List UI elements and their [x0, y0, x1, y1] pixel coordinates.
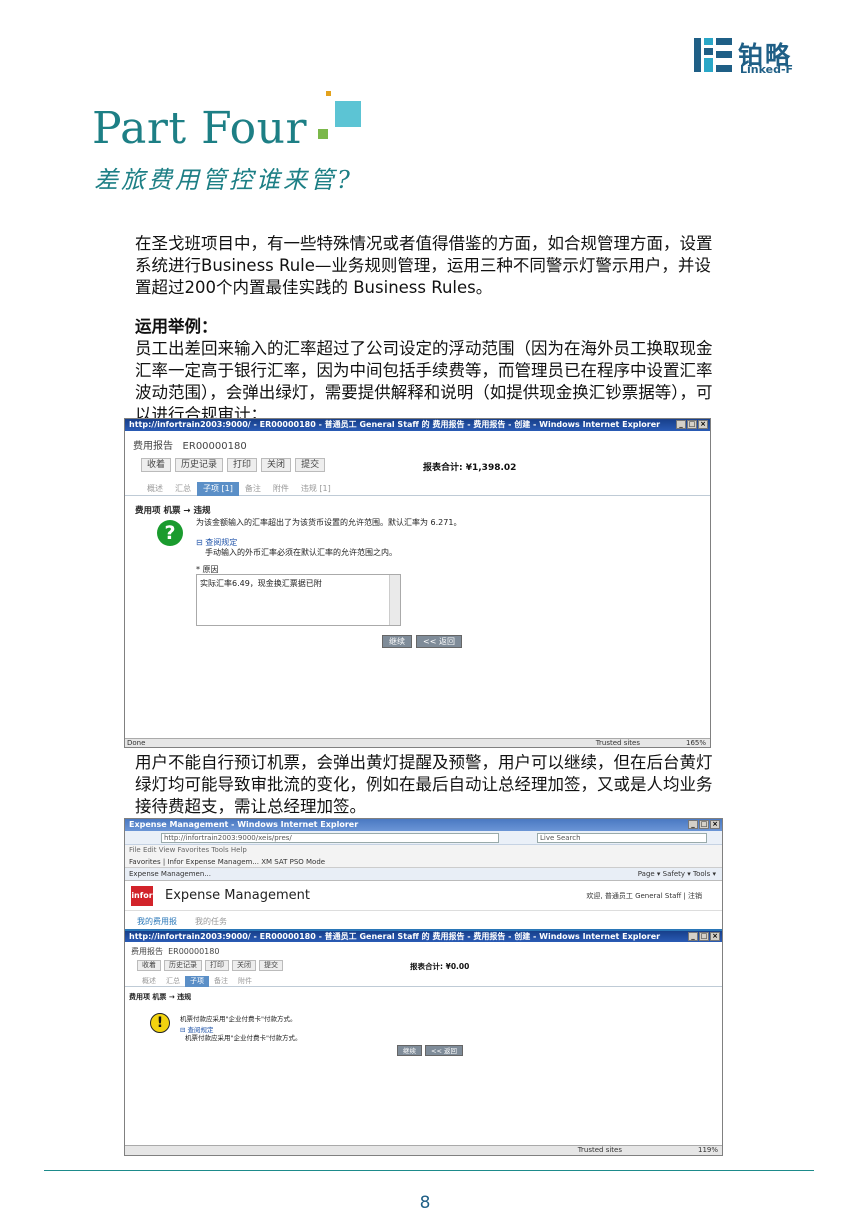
- history-button[interactable]: 历史记录: [164, 960, 202, 971]
- zoom-level[interactable]: 165%: [686, 739, 706, 747]
- policy-detail: 机票付款应采用"企业付费卡"付款方式。: [185, 1034, 302, 1042]
- popup-window-title: http://infortrain2003:9000/ - ER00000180…: [125, 931, 722, 942]
- window-controls: _ □ ×: [688, 932, 720, 941]
- report-tabs: 概述 汇总 子项 [1] 备注 附件 违规 [1]: [125, 480, 710, 496]
- tab-notes[interactable]: 备注: [209, 976, 233, 987]
- window-controls: _ □ ×: [688, 820, 720, 829]
- report-total: 报表合计: ¥0.00: [410, 962, 470, 971]
- infor-logo: infor: [131, 886, 153, 906]
- print-button[interactable]: 打印: [205, 960, 229, 971]
- maximize-icon[interactable]: □: [687, 420, 697, 429]
- submit-button[interactable]: 提交: [259, 960, 283, 971]
- print-button[interactable]: 打印: [227, 458, 258, 472]
- zoom-level[interactable]: 119%: [698, 1146, 718, 1155]
- app-header: infor Expense Management 欢迎, 普通员工 Genera…: [125, 881, 722, 911]
- url-input[interactable]: http://infortrain2003:9000/xeis/pres/: [161, 833, 499, 843]
- intro-paragraph: 在圣戈班项目中，有一些特殊情况或者值得借鉴的方面，如合规管理方面，设置系统进行B…: [135, 234, 713, 297]
- minimize-icon[interactable]: _: [688, 932, 698, 941]
- maximize-icon[interactable]: □: [699, 932, 709, 941]
- tab-my-reports[interactable]: 我的费用报: [137, 916, 177, 927]
- reason-textarea[interactable]: 实际汇率6.49，现金换汇票据已附: [196, 574, 401, 626]
- minimize-icon[interactable]: _: [676, 420, 686, 429]
- history-button[interactable]: 历史记录: [175, 458, 224, 472]
- trusted-sites-zone: Trusted sites: [577, 1146, 622, 1154]
- brand-logo: 铂略 Linked-F: [694, 36, 814, 76]
- tab-items[interactable]: 子项 [1]: [197, 482, 239, 496]
- report-header: 费用报告 ER00000180: [131, 947, 220, 956]
- tab-summary[interactable]: 汇总: [161, 976, 185, 987]
- policy-detail: 手动输入的外币汇率必须在默认汇率的允许范围之内。: [205, 548, 397, 557]
- example-heading: 运用举例：: [135, 317, 218, 336]
- maximize-icon[interactable]: □: [699, 820, 709, 829]
- command-bar[interactable]: Page ▾ Safety ▾ Tools ▾: [638, 868, 716, 881]
- back-button[interactable]: << 返回: [416, 635, 462, 648]
- window-controls: _ □ ×: [676, 420, 708, 429]
- menu-bar[interactable]: File Edit View Favorites Tools Help: [125, 845, 722, 856]
- action-buttons: 继续 << 返回: [397, 1045, 463, 1056]
- textarea-scrollbar[interactable]: [389, 575, 400, 625]
- minimize-icon[interactable]: _: [688, 820, 698, 829]
- tab-overview[interactable]: 概述: [141, 482, 169, 496]
- warning-message: 机票付款应采用"企业付费卡"付款方式。: [180, 1015, 297, 1023]
- screenshot-flight-booking-warning: Expense Management - Windows Internet Ex…: [124, 818, 723, 1156]
- status-bar: Done Trusted sites 165%: [125, 738, 710, 747]
- report-toolbar: 收着 历史记录 打印 关闭 提交 报表合计: ¥0.00: [125, 957, 722, 973]
- violation-message: 为该金额输入的汇率超出了为该货币设置的允许范围。默认汇率为 6.271。: [196, 518, 462, 527]
- tab-violations[interactable]: 违规 [1]: [295, 482, 337, 496]
- user-info[interactable]: 欢迎, 普通员工 General Staff | 注销: [586, 891, 702, 901]
- close-icon[interactable]: ×: [698, 420, 708, 429]
- ie-window-title: http://infortrain2003:9000/ - ER00000180…: [125, 419, 710, 431]
- footer-divider: [44, 1170, 814, 1171]
- trusted-sites-zone: Trusted sites: [595, 739, 640, 747]
- example-paragraph-yellow: 用户不能自行预订机票，会弹出黄灯提醒及预警，用户可以继续，但在后台黄灯绿灯均可能…: [135, 753, 713, 816]
- section-subtitle: 差旅费用管控谁来管?: [94, 166, 353, 194]
- tab-notes[interactable]: 备注: [239, 482, 267, 496]
- address-bar: http://infortrain2003:9000/xeis/pres/ Li…: [125, 831, 722, 845]
- tab-items[interactable]: 子项: [185, 976, 209, 987]
- tab-summary[interactable]: 汇总: [169, 482, 197, 496]
- app-tabs: 我的费用报 我的任务: [125, 911, 722, 931]
- close-icon[interactable]: ×: [710, 932, 720, 941]
- logo-mark-icon: [694, 38, 732, 72]
- status-bar: Trusted sites 119%: [125, 1145, 722, 1155]
- continue-button[interactable]: 继续: [382, 635, 412, 648]
- action-buttons: 继续 << 返回: [382, 635, 462, 648]
- ie-window-title: Expense Management - Windows Internet Ex…: [125, 819, 722, 831]
- report-header: 费用报告 ER00000180: [133, 441, 247, 452]
- breadcrumb: 费用项 机票 → 违规: [135, 506, 211, 516]
- decorative-squares-icon: [318, 91, 361, 139]
- back-button[interactable]: << 返回: [425, 1045, 463, 1056]
- close-button[interactable]: 关闭: [232, 960, 256, 971]
- submit-button[interactable]: 提交: [295, 458, 326, 472]
- example-paragraph-green: 员工出差回来输入的汇率超过了公司设定的浮动范围（因为在海外员工换取现金汇率一定高…: [135, 339, 713, 424]
- tab-attachments[interactable]: 附件: [267, 482, 295, 496]
- tab-my-tasks[interactable]: 我的任务: [195, 916, 227, 927]
- report-tabs: 概述 汇总 子项 备注 附件: [125, 975, 722, 987]
- report-toolbar: 收着 历史记录 打印 关闭 提交 报表合计: ¥1,398.02: [125, 454, 710, 476]
- browser-tab[interactable]: Expense Managemen...: [129, 870, 211, 878]
- continue-button[interactable]: 继续: [397, 1045, 422, 1056]
- close-icon[interactable]: ×: [710, 820, 720, 829]
- save-button[interactable]: 收着: [137, 960, 161, 971]
- screenshot-exchange-rate-violation: http://infortrain2003:9000/ - ER00000180…: [124, 418, 711, 748]
- save-button[interactable]: 收着: [141, 458, 172, 472]
- tab-attachments[interactable]: 附件: [233, 976, 257, 987]
- green-question-icon: ?: [157, 520, 183, 546]
- report-total: 报表合计: ¥1,398.02: [423, 463, 517, 473]
- section-title: Part Four: [92, 103, 308, 154]
- browser-tab-row: Expense Managemen... Page ▾ Safety ▾ Too…: [125, 868, 722, 881]
- search-input[interactable]: Live Search: [537, 833, 707, 843]
- logo-text-en: Linked-F: [740, 63, 794, 76]
- page-number: 8: [419, 1193, 431, 1213]
- breadcrumb: 费用项 机票 → 违规: [129, 993, 192, 1001]
- favorites-bar[interactable]: Favorites | Infor Expense Managem... XM …: [125, 856, 722, 868]
- app-title: Expense Management: [165, 888, 310, 903]
- close-button[interactable]: 关闭: [261, 458, 292, 472]
- tab-overview[interactable]: 概述: [137, 976, 161, 987]
- yellow-warning-icon: !: [150, 1013, 170, 1033]
